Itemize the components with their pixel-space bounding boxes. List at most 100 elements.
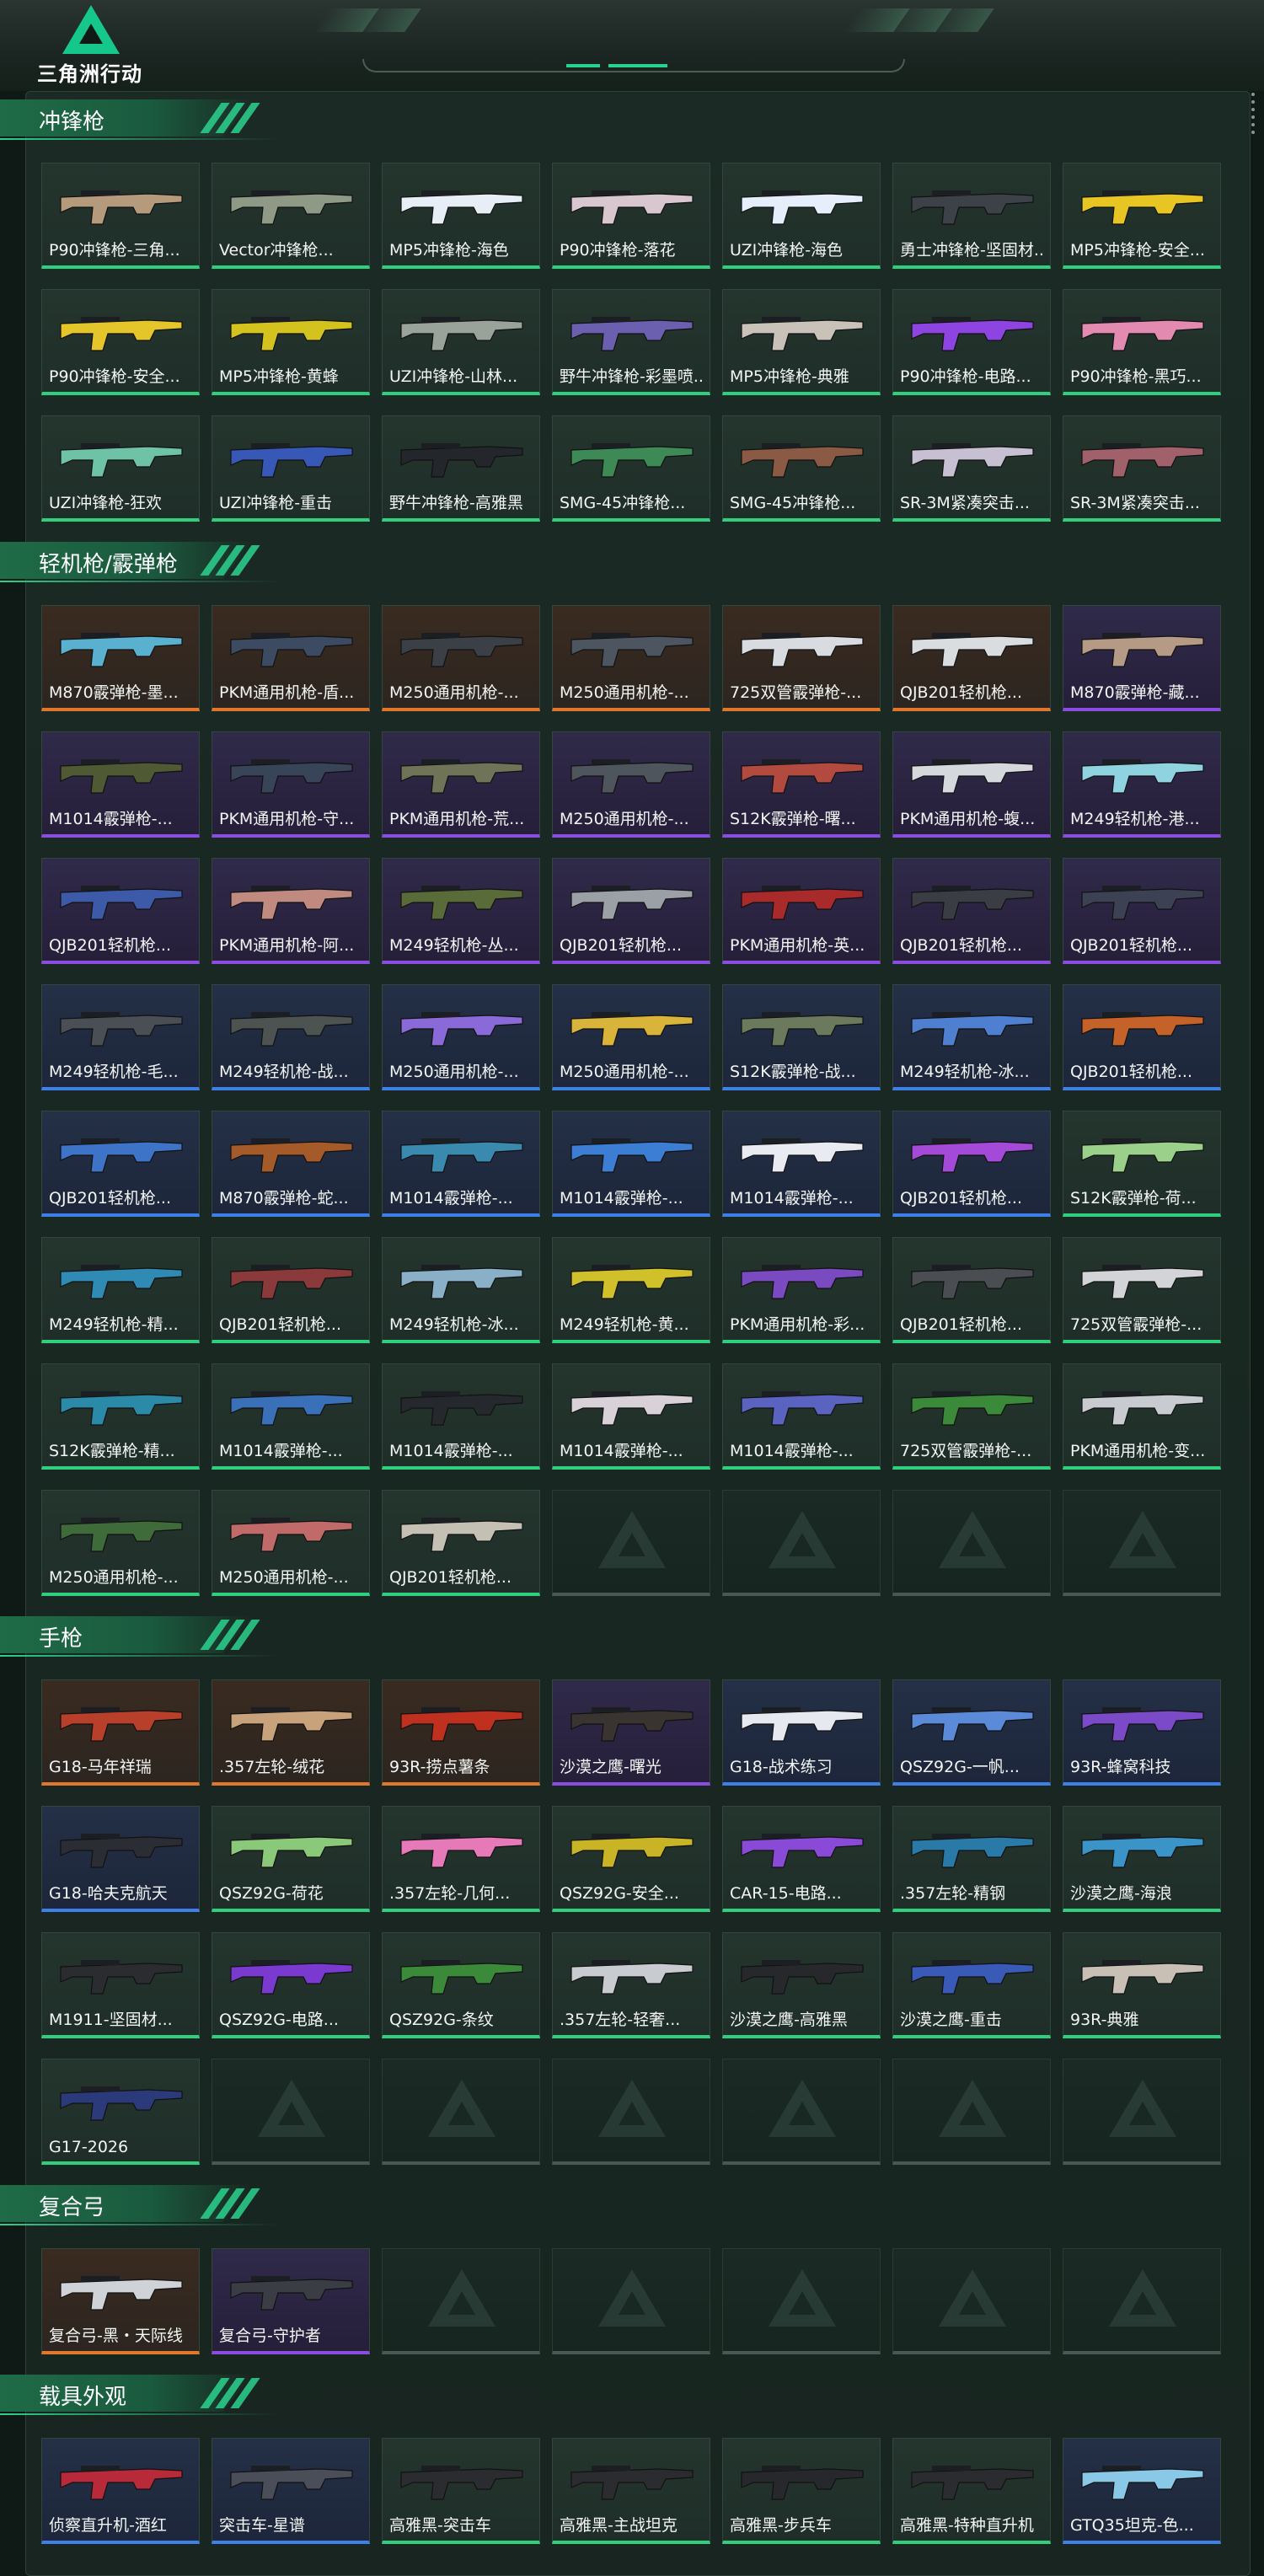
- skin-card[interactable]: M250通用机枪-...: [552, 731, 710, 838]
- skin-card[interactable]: QJB201轻机枪...: [552, 858, 710, 964]
- skin-card[interactable]: M1014霰弹枪-...: [41, 731, 200, 838]
- skin-card[interactable]: SMG-45冲锋枪...: [722, 415, 881, 522]
- skin-card[interactable]: MP5冲锋枪-安全...: [1063, 163, 1221, 269]
- skin-card[interactable]: 沙漠之鹰-高雅黑: [722, 1932, 881, 2038]
- skin-card[interactable]: 725双管霰弹枪-...: [1063, 1237, 1221, 1343]
- skin-card[interactable]: P90冲锋枪-落花: [552, 163, 710, 269]
- skin-card[interactable]: M870霰弹枪-蛇...: [212, 1111, 370, 1217]
- skin-card[interactable]: 高雅黑-突击车: [382, 2438, 540, 2544]
- skin-card[interactable]: Vector冲锋枪...: [212, 163, 370, 269]
- skin-card[interactable]: QJB201轻机枪...: [892, 1237, 1051, 1343]
- skin-card[interactable]: .357左轮-几何...: [382, 1806, 540, 1912]
- skin-card[interactable]: M1014霰弹枪-...: [382, 1111, 540, 1217]
- skin-card[interactable]: PKM通用机枪-变...: [1063, 1363, 1221, 1470]
- skin-card[interactable]: 725双管霰弹枪-...: [892, 1363, 1051, 1470]
- skin-card[interactable]: M250通用机枪-...: [382, 605, 540, 711]
- skin-card[interactable]: M870霰弹枪-藏...: [1063, 605, 1221, 711]
- skin-card[interactable]: M250通用机枪-...: [212, 1490, 370, 1596]
- skin-card[interactable]: P90冲锋枪-安全...: [41, 289, 200, 395]
- skin-card[interactable]: QJB201轻机枪...: [892, 1111, 1051, 1217]
- skin-card[interactable]: S12K霰弹枪-战...: [722, 984, 881, 1090]
- skin-card[interactable]: MP5冲锋枪-海色: [382, 163, 540, 269]
- skin-card[interactable]: M1014霰弹枪-...: [722, 1111, 881, 1217]
- skin-card[interactable]: M1911-坚固材...: [41, 1932, 200, 2038]
- skin-card[interactable]: 沙漠之鹰-重击: [892, 1932, 1051, 2038]
- skin-card[interactable]: QSZ92G-安全...: [552, 1806, 710, 1912]
- skin-card[interactable]: 勇士冲锋枪-坚固材...: [892, 163, 1051, 269]
- skin-card[interactable]: M249轻机枪-精...: [41, 1237, 200, 1343]
- skin-card[interactable]: 高雅黑-主战坦克: [552, 2438, 710, 2544]
- skin-card[interactable]: .357左轮-轻奢...: [552, 1932, 710, 2038]
- skin-card[interactable]: 沙漠之鹰-海浪: [1063, 1806, 1221, 1912]
- skin-card[interactable]: QSZ92G-荷花: [212, 1806, 370, 1912]
- skin-card[interactable]: 93R-蜂窝科技: [1063, 1679, 1221, 1786]
- skin-card[interactable]: M249轻机枪-港...: [1063, 731, 1221, 838]
- skin-card[interactable]: PKM通用机枪-荒...: [382, 731, 540, 838]
- skin-card[interactable]: CAR-15-电路...: [722, 1806, 881, 1912]
- skin-card[interactable]: UZI冲锋枪-山林...: [382, 289, 540, 395]
- skin-card[interactable]: M249轻机枪-黄...: [552, 1237, 710, 1343]
- skin-card[interactable]: M249轻机枪-丛...: [382, 858, 540, 964]
- skin-card[interactable]: QSZ92G-一帆...: [892, 1679, 1051, 1786]
- skin-card[interactable]: 高雅黑-特种直升机: [892, 2438, 1051, 2544]
- skin-card[interactable]: MP5冲锋枪-黄蜂: [212, 289, 370, 395]
- skin-card[interactable]: S12K霰弹枪-精...: [41, 1363, 200, 1470]
- skin-card[interactable]: PKM通用机枪-蝮...: [892, 731, 1051, 838]
- skin-card[interactable]: 野牛冲锋枪-彩墨喷...: [552, 289, 710, 395]
- skin-card[interactable]: M1014霰弹枪-...: [212, 1363, 370, 1470]
- skin-card[interactable]: SR-3M紧凑突击...: [1063, 415, 1221, 522]
- skin-card[interactable]: QJB201轻机枪...: [1063, 984, 1221, 1090]
- skin-card[interactable]: QJB201轻机枪...: [41, 1111, 200, 1217]
- skin-card[interactable]: M1014霰弹枪-...: [382, 1363, 540, 1470]
- skin-card[interactable]: 沙漠之鹰-曙光: [552, 1679, 710, 1786]
- skin-card[interactable]: 复合弓-黑・天际线: [41, 2248, 200, 2354]
- skin-card[interactable]: .357左轮-精钢: [892, 1806, 1051, 1912]
- skin-card[interactable]: PKM通用机枪-阿...: [212, 858, 370, 964]
- skin-card[interactable]: PKM通用机枪-盾...: [212, 605, 370, 711]
- skin-card[interactable]: SMG-45冲锋枪...: [552, 415, 710, 522]
- skin-card[interactable]: 突击车-星谱: [212, 2438, 370, 2544]
- skin-card[interactable]: P90冲锋枪-三角...: [41, 163, 200, 269]
- skin-card[interactable]: P90冲锋枪-电路...: [892, 289, 1051, 395]
- skin-card[interactable]: SR-3M紧凑突击...: [892, 415, 1051, 522]
- skin-card[interactable]: UZI冲锋枪-狂欢: [41, 415, 200, 522]
- skin-card[interactable]: QJB201轻机枪...: [1063, 858, 1221, 964]
- skin-card[interactable]: 复合弓-守护者: [212, 2248, 370, 2354]
- skin-card[interactable]: QSZ92G-电路...: [212, 1932, 370, 2038]
- skin-card[interactable]: M249轻机枪-冰...: [892, 984, 1051, 1090]
- skin-card[interactable]: M250通用机枪-...: [382, 984, 540, 1090]
- skin-card[interactable]: M870霰弹枪-墨...: [41, 605, 200, 711]
- skin-card[interactable]: QSZ92G-条纹: [382, 1932, 540, 2038]
- skin-card[interactable]: 高雅黑-步兵车: [722, 2438, 881, 2544]
- scrollbar-handle[interactable]: [1251, 93, 1255, 138]
- skin-card[interactable]: S12K霰弹枪-荷...: [1063, 1111, 1221, 1217]
- skin-card[interactable]: M250通用机枪-...: [41, 1490, 200, 1596]
- skin-card[interactable]: G18-战术练习: [722, 1679, 881, 1786]
- skin-card[interactable]: QJB201轻机枪...: [892, 605, 1051, 711]
- skin-card[interactable]: G17-2026: [41, 2059, 200, 2165]
- skin-card[interactable]: M1014霰弹枪-...: [552, 1363, 710, 1470]
- skin-card[interactable]: UZI冲锋枪-海色: [722, 163, 881, 269]
- skin-card[interactable]: 93R-典雅: [1063, 1932, 1221, 2038]
- skin-card[interactable]: 725双管霰弹枪-...: [722, 605, 881, 711]
- skin-card[interactable]: .357左轮-绒花: [212, 1679, 370, 1786]
- skin-card[interactable]: 93R-捞点薯条: [382, 1679, 540, 1786]
- skin-card[interactable]: M250通用机枪-...: [552, 984, 710, 1090]
- skin-card[interactable]: M250通用机枪-...: [552, 605, 710, 711]
- skin-card[interactable]: QJB201轻机枪...: [892, 858, 1051, 964]
- skin-card[interactable]: MP5冲锋枪-典雅: [722, 289, 881, 395]
- skin-card[interactable]: PKM通用机枪-彩...: [722, 1237, 881, 1343]
- skin-card[interactable]: QJB201轻机枪...: [41, 858, 200, 964]
- skin-card[interactable]: 侦察直升机-酒红: [41, 2438, 200, 2544]
- skin-card[interactable]: M1014霰弹枪-...: [722, 1363, 881, 1470]
- skin-card[interactable]: GTQ35坦克-色...: [1063, 2438, 1221, 2544]
- skin-card[interactable]: G18-哈夫克航天: [41, 1806, 200, 1912]
- skin-card[interactable]: S12K霰弹枪-曙...: [722, 731, 881, 838]
- skin-card[interactable]: M1014霰弹枪-...: [552, 1111, 710, 1217]
- skin-card[interactable]: QJB201轻机枪...: [382, 1490, 540, 1596]
- skin-card[interactable]: M249轻机枪-冰...: [382, 1237, 540, 1343]
- skin-card[interactable]: M249轻机枪-战...: [212, 984, 370, 1090]
- skin-card[interactable]: 野牛冲锋枪-高雅黑: [382, 415, 540, 522]
- skin-card[interactable]: PKM通用机枪-守...: [212, 731, 370, 838]
- skin-card[interactable]: QJB201轻机枪...: [212, 1237, 370, 1343]
